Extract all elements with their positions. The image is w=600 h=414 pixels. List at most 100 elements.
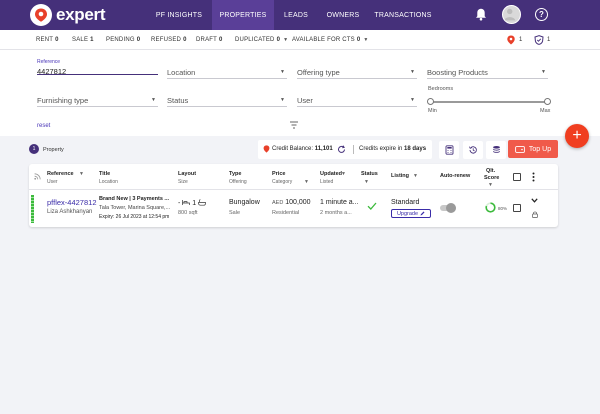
- nav-tab-pf-insights[interactable]: PF INSIGHTS: [146, 0, 212, 30]
- col-status[interactable]: Status: [361, 171, 378, 177]
- sort-caret-icon[interactable]: ▼: [488, 182, 493, 188]
- brand-name: expert: [56, 5, 106, 24]
- row-select-checkbox[interactable]: [513, 204, 521, 212]
- credit-icon: [263, 145, 270, 153]
- calculator-button[interactable]: [439, 141, 459, 159]
- chevron-down-icon: ▼: [410, 97, 415, 103]
- status-placeholder: Status: [167, 96, 189, 105]
- row-category: Residential: [272, 210, 300, 216]
- nav-tab-properties[interactable]: PROPERTIES: [212, 0, 274, 30]
- help-icon[interactable]: ?: [535, 8, 548, 21]
- kebab-menu-icon[interactable]: [532, 172, 535, 182]
- offering-type-select[interactable]: Offering type ▼: [297, 59, 417, 79]
- status-draft[interactable]: DRAFT 0: [196, 37, 223, 43]
- col-layout[interactable]: Layout: [178, 171, 196, 177]
- row-listed: 2 months a...: [320, 210, 352, 216]
- shield-badge-icon[interactable]: [534, 35, 544, 45]
- auto-renew-toggle[interactable]: [440, 203, 456, 213]
- location-select[interactable]: Location ▼: [167, 59, 287, 79]
- reference-input[interactable]: Reference 4427812: [37, 55, 158, 76]
- logo-mark-icon: [30, 4, 52, 26]
- sort-caret-icon[interactable]: ▼: [341, 171, 346, 177]
- status-sale[interactable]: SALE 1: [72, 37, 94, 43]
- nav-tab-leads[interactable]: LEADS: [274, 0, 318, 30]
- shield-badge-count: 1: [547, 37, 551, 43]
- user-select[interactable]: User ▼: [297, 87, 417, 107]
- toggle-knob: [446, 203, 456, 213]
- table-row[interactable]: pfflex-4427812 Liza Ashkhanyan Brand New…: [29, 191, 558, 227]
- row-status-indicator: [31, 195, 34, 223]
- sort-caret-icon[interactable]: ▼: [413, 173, 418, 179]
- nav-tab-transactions[interactable]: TRANSACTIONS: [368, 0, 438, 30]
- col-updated[interactable]: Updated: [320, 171, 342, 177]
- col-location: Location: [99, 179, 118, 185]
- furnishing-type-select[interactable]: Furnishing type ▼: [37, 87, 158, 107]
- upgrade-button[interactable]: Upgrade: [391, 209, 431, 218]
- coins-button[interactable]: [486, 141, 506, 159]
- bedrooms-slider[interactable]: [427, 98, 551, 105]
- bedrooms-min-handle[interactable]: [427, 98, 434, 105]
- row-offering: Sale: [229, 210, 241, 216]
- sort-caret-icon[interactable]: ▼: [304, 179, 309, 185]
- history-button[interactable]: [463, 141, 483, 159]
- chevron-down-icon: ▼: [363, 37, 369, 43]
- coins-icon: [492, 146, 500, 153]
- reference-value: 4427812: [37, 67, 67, 76]
- bedrooms-max-handle[interactable]: [544, 98, 551, 105]
- boosting-products-select[interactable]: Boosting Products ▼: [427, 59, 548, 79]
- bath-icon: [198, 199, 206, 206]
- bedrooms-max-label: Max: [540, 108, 551, 114]
- nav-tab-owners[interactable]: OWNERS: [318, 0, 368, 30]
- quality-score-value: 80%: [498, 206, 508, 211]
- select-all-checkbox[interactable]: [513, 173, 521, 181]
- col-price[interactable]: Price: [272, 171, 285, 177]
- chevron-down-icon: ▼: [283, 37, 289, 43]
- filter-collapse-icon[interactable]: [289, 121, 299, 129]
- furnishing-type-placeholder: Furnishing type: [37, 96, 89, 105]
- chevron-down-icon: ▼: [280, 97, 285, 103]
- col-auto-renew[interactable]: Auto-renew: [440, 173, 470, 179]
- row-title[interactable]: Brand New | 3 Payments ...: [99, 196, 169, 202]
- refresh-icon[interactable]: [337, 145, 346, 154]
- user-placeholder: User: [297, 96, 313, 105]
- credit-balance: Credit Balance: 11,101: [272, 146, 333, 152]
- col-title[interactable]: Title: [99, 171, 110, 177]
- sort-caret-icon[interactable]: ▼: [364, 179, 369, 185]
- col-reference[interactable]: Reference: [47, 171, 74, 177]
- row-agent: Liza Ashkhanyan: [47, 209, 93, 215]
- avatar[interactable]: [502, 5, 521, 24]
- sort-caret-icon[interactable]: ▼: [79, 171, 84, 177]
- fire-badge-icon[interactable]: [506, 35, 516, 45]
- status-select[interactable]: Status ▼: [167, 87, 287, 107]
- pencil-icon: [420, 211, 425, 216]
- brand-logo[interactable]: expert: [30, 4, 106, 26]
- col-score: Score: [484, 175, 500, 181]
- row-updated: 1 minute a...: [320, 199, 359, 206]
- lock-icon[interactable]: [532, 211, 538, 218]
- status-refused[interactable]: REFUSED 0: [151, 37, 187, 43]
- status-bar: RENT 0 SALE 1 PENDING 0 REFUSED 0 DRAFT 0 DUP…: [0, 30, 600, 50]
- reference-label: Reference: [37, 59, 61, 65]
- expand-chevron-icon[interactable]: [531, 198, 538, 203]
- top-navigation: expert PF INSIGHTS PROPERTIES LEADS OWNE…: [0, 0, 600, 30]
- row-reference-link[interactable]: pfflex-4427812: [47, 198, 97, 207]
- add-listing-button[interactable]: +: [565, 124, 589, 148]
- boosting-products-placeholder: Boosting Products: [427, 68, 488, 77]
- col-category: Category: [272, 179, 293, 185]
- status-available-for-cts[interactable]: AVAILABLE FOR CTS 0 ▼: [292, 37, 369, 43]
- chevron-down-icon: ▼: [151, 97, 156, 103]
- top-up-button[interactable]: Top Up: [508, 140, 558, 158]
- col-type[interactable]: Type: [229, 171, 241, 177]
- status-pending[interactable]: PENDING 0: [106, 37, 140, 43]
- bell-icon[interactable]: [475, 8, 487, 21]
- col-listing[interactable]: Listing: [391, 173, 409, 179]
- reset-link[interactable]: reset: [37, 123, 50, 129]
- row-price: AED 100,000: [272, 199, 311, 206]
- col-quality[interactable]: Qlt.: [486, 168, 495, 174]
- bedrooms-label: Bedrooms: [428, 86, 454, 92]
- status-duplicated[interactable]: DUPLICATED 0 ▼: [235, 37, 288, 43]
- calculator-icon: [445, 145, 453, 155]
- wallet-icon: [515, 145, 525, 153]
- status-rent[interactable]: RENT 0: [36, 37, 59, 43]
- nav-tabs: PF INSIGHTS PROPERTIES LEADS OWNERS TRAN…: [146, 0, 438, 30]
